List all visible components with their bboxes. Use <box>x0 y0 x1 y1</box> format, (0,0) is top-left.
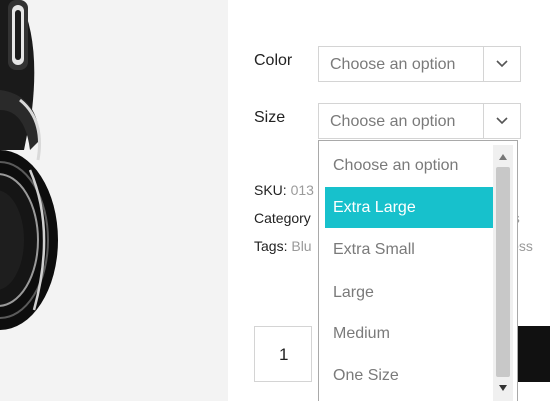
categories-line: Category <box>254 210 311 226</box>
size-dropdown-list: Choose an option Extra Large Extra Small… <box>318 140 518 401</box>
size-select-value: Choose an option <box>330 113 456 130</box>
size-option[interactable]: Choose an option <box>325 145 494 186</box>
tags-line: Tags: Blu <box>254 238 312 254</box>
add-to-cart-button[interactable] <box>514 326 550 382</box>
color-select[interactable]: Choose an option <box>318 46 521 82</box>
color-label: Color <box>254 52 293 69</box>
color-select-value: Choose an option <box>330 56 456 73</box>
size-option[interactable]: Extra Small <box>325 229 494 270</box>
size-option-highlighted[interactable]: Extra Large <box>325 187 494 228</box>
size-select[interactable]: Choose an option <box>318 103 521 139</box>
size-label: Size <box>254 109 286 126</box>
quantity-input[interactable]: 1 <box>254 326 312 382</box>
tags-value[interactable]: Blu <box>291 238 311 254</box>
chevron-down-icon[interactable] <box>483 47 520 81</box>
scrollbar-thumb[interactable] <box>496 167 510 377</box>
size-option[interactable]: One Size <box>325 355 494 396</box>
tags-label: Tags: <box>254 238 288 254</box>
size-option[interactable]: Large <box>325 272 494 313</box>
triangle-up-icon[interactable] <box>493 147 513 167</box>
triangle-down-icon[interactable] <box>493 378 513 398</box>
chevron-down-icon[interactable] <box>483 104 520 138</box>
dropdown-scrollbar[interactable] <box>493 145 513 401</box>
sku-value: 013 <box>290 182 314 198</box>
sku-line: SKU: 013 <box>254 182 314 198</box>
categories-label: Category <box>254 210 311 226</box>
size-option[interactable]: Medium <box>325 313 494 354</box>
quantity-value: 1 <box>279 345 289 364</box>
product-image <box>0 0 228 401</box>
sku-label: SKU: <box>254 182 287 198</box>
headphones-image <box>0 0 58 330</box>
